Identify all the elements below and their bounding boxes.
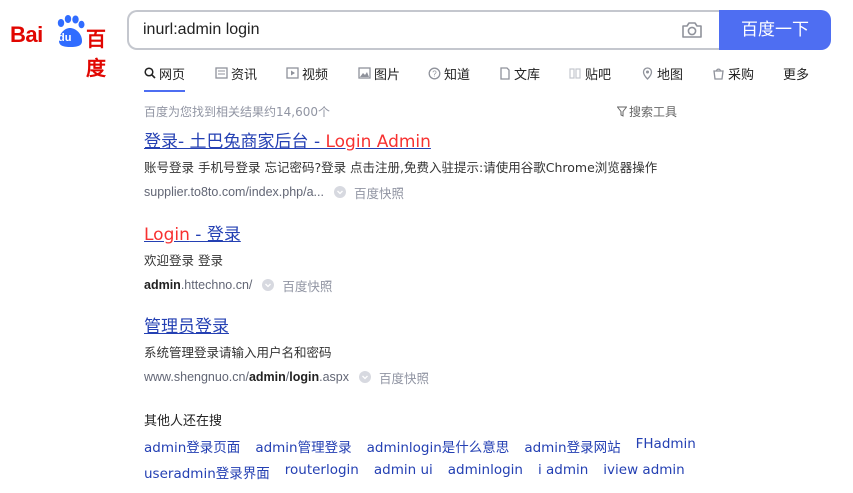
filter-icon [617,106,627,117]
tab-web[interactable]: 网页 [144,62,186,92]
tab-news[interactable]: 资讯 [215,62,257,84]
result-title-text: - 登录 [189,225,241,245]
logo-text-bai: Bai [10,22,43,47]
related-search-link[interactable]: routerlogin [285,462,359,482]
tieba-icon [569,67,581,79]
result-title-highlight: Login Admin [325,132,431,152]
search-input[interactable] [143,12,663,48]
snapshot-link[interactable]: 百度快照 [282,276,332,295]
result-source: www.shengnuo.cn/admin/login.aspx 百度快照 [144,368,429,386]
tab-images[interactable]: 图片 [358,62,400,84]
snapshot-icon [358,371,371,383]
url-bold: admin [144,278,181,292]
tab-caigou[interactable]: 采购 [712,62,754,84]
url-rest: .httechno.cn/ [180,278,253,292]
related-search-link[interactable]: FHadmin [636,436,696,456]
baidu-logo[interactable]: Bai du 百度 [10,12,114,80]
search-tools-button[interactable]: 搜索工具 [617,103,677,120]
result-abstract: 欢迎登录 登录 [144,253,223,268]
tab-map[interactable]: 地图 [641,62,683,84]
result-count: 百度为您找到相关结果约14,600个 [144,105,330,119]
tab-label: 资讯 [231,67,258,83]
logo-text-cn: 百度 [86,27,106,80]
tab-video[interactable]: 视频 [286,62,328,84]
camera-icon[interactable] [681,21,703,39]
related-search-link[interactable]: adminlogin [448,462,523,482]
search-tools-label: 搜索工具 [629,105,678,119]
tab-zhidao[interactable]: ? 知道 [428,62,470,84]
tab-tieba[interactable]: 贴吧 [569,62,611,84]
search-box [127,10,721,50]
result-url[interactable]: supplier.to8to.com/index.php/a... [144,185,324,199]
tab-label: 地图 [657,67,684,83]
result-title-text: 登录- 土巴兔商家后台 - [144,132,326,152]
search-result: 管理员登录 系统管理登录请输入用户名和密码 www.shengnuo.cn/ad… [144,316,429,386]
search-icon [144,67,156,79]
tab-label: 更多 [783,67,810,83]
search-result: 登录- 土巴兔商家后台 - Login Admin 账号登录 手机号登录 忘记密… [144,131,657,201]
news-icon [215,67,228,79]
search-result: Login - 登录 欢迎登录 登录 admin.httechno.cn/ 百度… [144,224,332,294]
active-tab-indicator [144,90,186,92]
result-abstract: 账号登录 手机号登录 忘记密码?登录 点击注册,免费入驻提示:请使用谷歌Chro… [144,160,658,175]
tab-label: 采购 [728,67,755,83]
image-icon [358,67,371,79]
result-abstract: 系统管理登录请输入用户名和密码 [144,345,332,360]
tab-wenku[interactable]: 文库 [499,62,540,84]
related-search-link[interactable]: admin ui [374,462,433,482]
tab-label: 知道 [444,67,471,83]
url-part: .aspx [319,370,349,384]
snapshot-icon [262,279,275,291]
result-source: admin.httechno.cn/ 百度快照 [144,276,332,294]
result-title-link[interactable]: 登录- 土巴兔商家后台 - Login Admin [144,131,657,153]
question-icon: ? [428,67,441,79]
result-url[interactable]: admin.httechno.cn/ [144,278,252,292]
related-searches-title: 其他人还在搜 [144,414,223,429]
related-search-link[interactable]: adminlogin是什么意思 [367,436,510,456]
result-url[interactable]: www.shengnuo.cn/admin/login.aspx [144,370,349,384]
result-source: supplier.to8to.com/index.php/a... 百度快照 [144,183,657,201]
result-title-link[interactable]: Login - 登录 [144,224,332,246]
related-search-link[interactable]: admin登录页面 [144,436,240,456]
tab-more[interactable]: 更多 [783,62,809,84]
related-search-link[interactable]: iview admin [603,462,684,482]
snapshot-link[interactable]: 百度快照 [354,183,404,202]
url-bold: admin [248,370,286,384]
video-icon [286,67,299,79]
tab-label: 贴吧 [585,67,612,83]
tab-label: 图片 [374,67,401,83]
tab-label: 网页 [159,67,186,83]
search-button[interactable]: 百度一下 [719,10,831,50]
result-title-highlight: Login [144,225,190,245]
related-search-link[interactable]: useradmin登录界面 [144,462,270,482]
svg-text:?: ? [432,69,437,78]
related-searches-row: useradmin登录界面 routerlogin admin ui admin… [144,462,700,482]
tab-label: 文库 [514,67,541,83]
related-search-link[interactable]: admin管理登录 [255,436,351,456]
shop-icon [713,68,724,80]
map-icon [642,66,653,80]
snapshot-link[interactable]: 百度快照 [379,368,429,387]
doc-icon [500,66,510,80]
logo-text-du: du [58,32,72,44]
related-search-link[interactable]: i admin [538,462,588,482]
tab-label: 视频 [302,67,329,83]
snapshot-icon [333,186,346,198]
related-searches-row: admin登录页面 admin管理登录 adminlogin是什么意思 admi… [144,436,711,456]
url-part: www.shengnuo.cn/ [144,370,249,384]
result-title-link[interactable]: 管理员登录 [144,316,429,338]
url-bold: login [289,370,320,384]
related-search-link[interactable]: admin登录网站 [524,436,620,456]
